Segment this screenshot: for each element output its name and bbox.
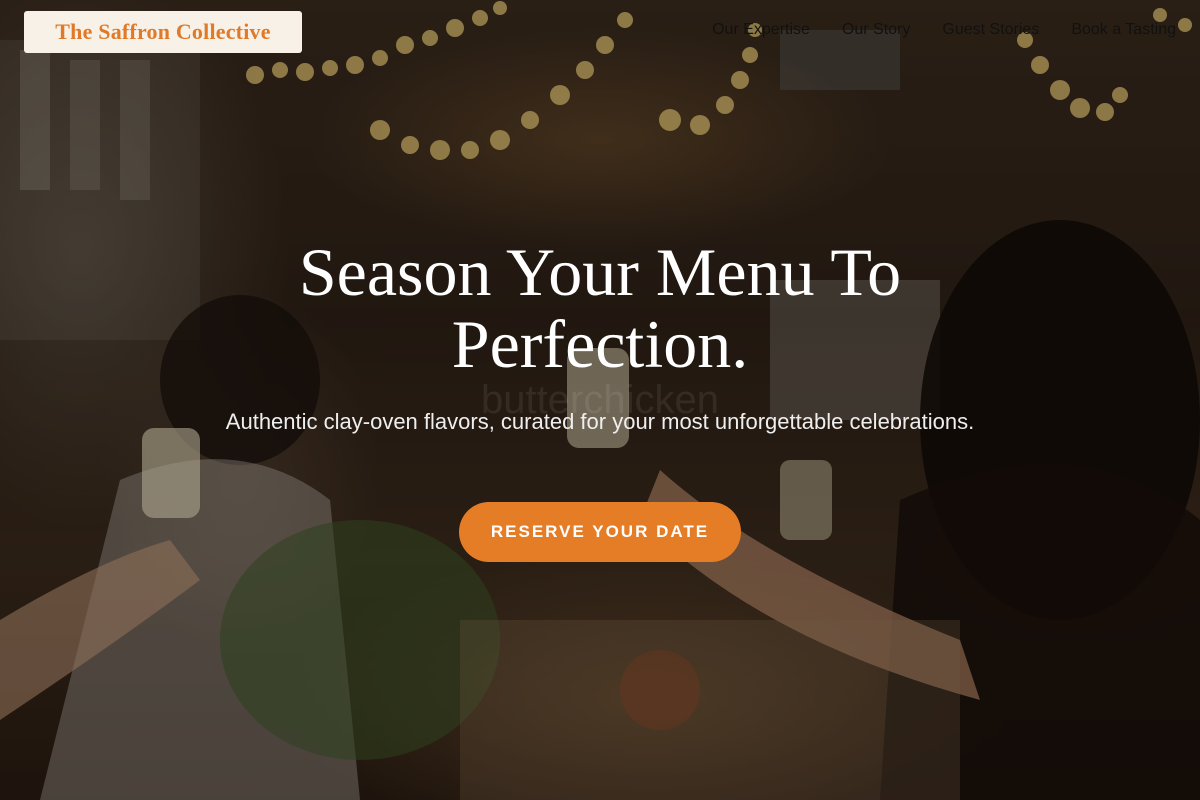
brand-name: The Saffron Collective (55, 19, 271, 44)
nav-item-our-expertise[interactable]: Our Expertise (712, 21, 810, 39)
hero-headline: Season Your Menu To Perfection. (298, 234, 902, 382)
hero-dark-overlay (0, 0, 1200, 800)
nav-item-book-a-tasting[interactable]: Book a Tasting (1071, 21, 1176, 39)
reserve-date-button[interactable]: RESERVE YOUR DATE (459, 502, 741, 562)
nav-item-guest-stories[interactable]: Guest Stories (942, 21, 1039, 39)
hero-subtitle: Authentic clay-oven flavors, curated for… (225, 409, 975, 434)
hero-section: The Saffron Collective Our Expertise Our… (0, 0, 1200, 800)
main-nav: Our Expertise Our Story Guest Stories Bo… (712, 21, 1176, 39)
nav-item-our-story[interactable]: Our Story (842, 21, 910, 39)
brand-logo[interactable]: The Saffron Collective (24, 11, 302, 53)
